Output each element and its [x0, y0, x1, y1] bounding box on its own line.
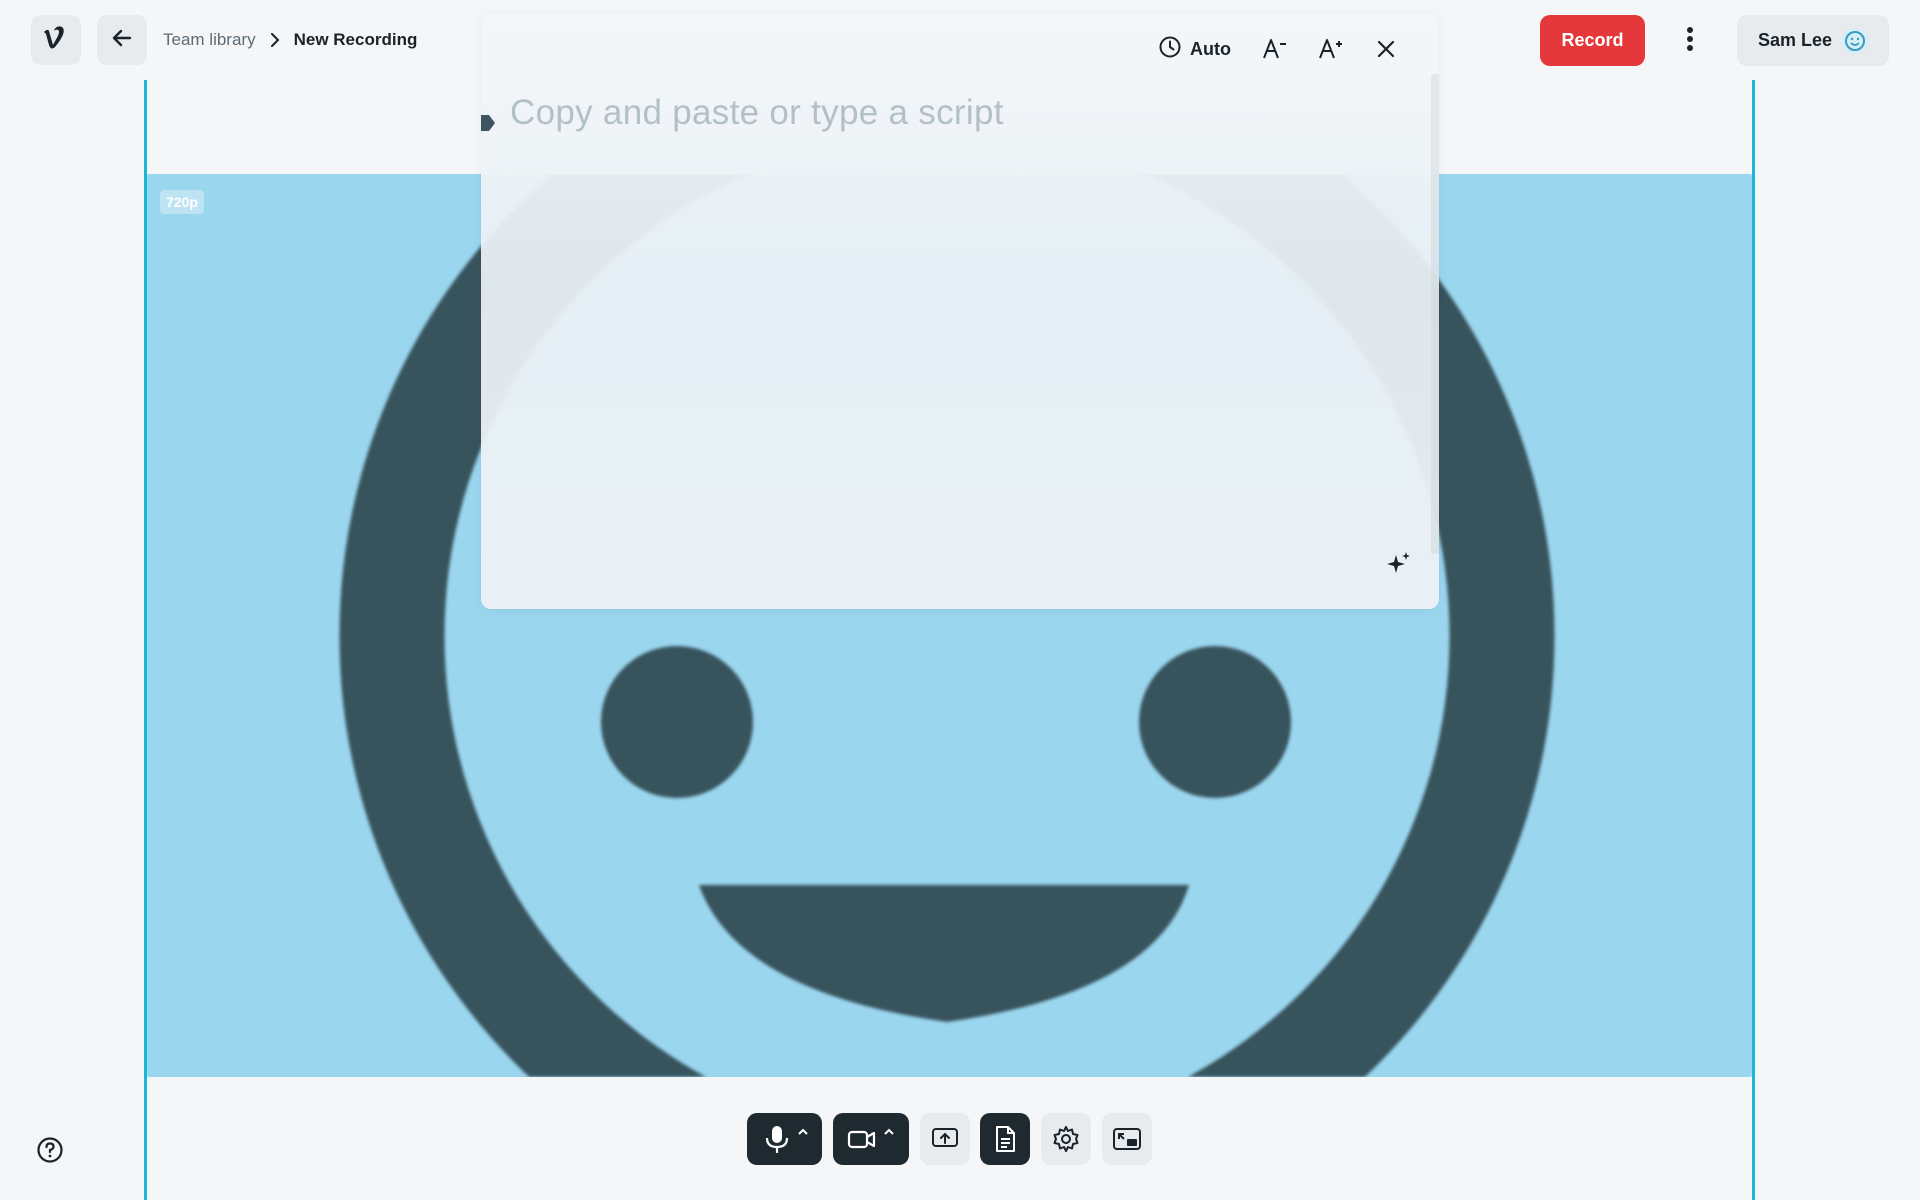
frame-guide-right	[1752, 80, 1755, 1200]
scroll-speed-button[interactable]: Auto	[1158, 35, 1231, 64]
font-decrease-icon	[1263, 39, 1286, 59]
breadcrumb-team-library[interactable]: Team library	[163, 30, 256, 50]
font-increase-icon	[1319, 39, 1342, 59]
help-button[interactable]	[36, 1136, 64, 1164]
microphone-button[interactable]	[747, 1113, 822, 1165]
screen-share-icon	[932, 1128, 958, 1147]
chevron-right-icon	[270, 33, 280, 47]
settings-button[interactable]	[1041, 1113, 1091, 1165]
script-input[interactable]: Copy and paste or type a script	[510, 93, 1004, 133]
user-name: Sam Lee	[1757, 30, 1833, 50]
avatar	[1842, 27, 1869, 54]
picture-in-picture-button[interactable]	[1102, 1113, 1152, 1165]
gear-icon	[1053, 1126, 1079, 1152]
smiley-icon	[1845, 30, 1866, 51]
clock-icon	[1158, 35, 1182, 64]
back-button[interactable]	[97, 15, 147, 65]
cue-marker-icon	[481, 115, 495, 131]
more-vertical-icon	[1686, 26, 1694, 57]
chevron-up-icon	[884, 1128, 894, 1135]
resolution-badge: 720p	[160, 190, 204, 214]
font-increase-button[interactable]	[1317, 36, 1343, 62]
breadcrumb: Team library New Recording	[163, 26, 417, 54]
document-icon	[996, 1126, 1015, 1152]
record-button[interactable]: Record	[1540, 15, 1645, 66]
user-menu-button[interactable]: Sam Lee	[1737, 15, 1889, 66]
close-script-button[interactable]	[1373, 36, 1399, 62]
microphone-icon	[765, 1126, 808, 1153]
vimeo-logo-icon	[42, 25, 70, 55]
font-decrease-button[interactable]	[1261, 36, 1287, 62]
camera-icon	[847, 1128, 894, 1149]
camera-button[interactable]	[833, 1113, 909, 1165]
script-toolbar: Auto	[1158, 32, 1399, 66]
chevron-up-icon	[797, 1128, 808, 1135]
screen-share-button[interactable]	[920, 1113, 970, 1165]
script-panel[interactable]: Auto Copy and paste or type a script	[481, 14, 1439, 609]
scroll-speed-label: Auto	[1190, 38, 1231, 59]
vimeo-logo-button[interactable]	[31, 15, 81, 65]
more-options-button[interactable]	[1670, 20, 1710, 62]
close-icon	[1377, 40, 1395, 58]
picture-in-picture-icon	[1113, 1128, 1141, 1150]
help-icon	[37, 1137, 63, 1163]
sparkle-icon	[1387, 552, 1410, 573]
ai-assist-button[interactable]	[1385, 549, 1413, 577]
script-toggle-button[interactable]	[980, 1113, 1030, 1165]
breadcrumb-current-page: New Recording	[293, 30, 418, 49]
arrow-left-icon	[110, 26, 134, 55]
